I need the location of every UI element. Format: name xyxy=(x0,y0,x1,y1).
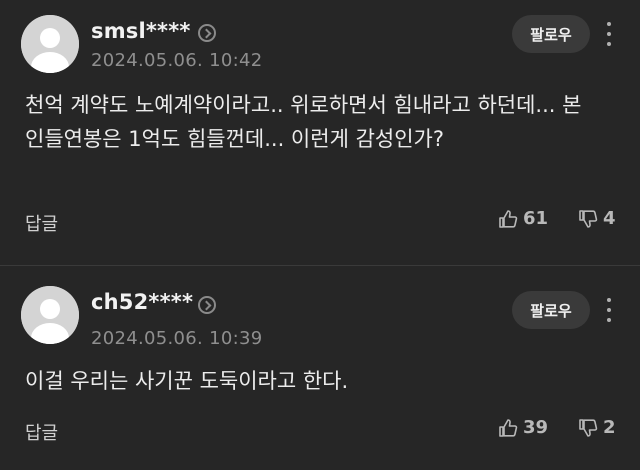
username[interactable]: smsl**** xyxy=(91,19,191,43)
more-vertical-icon[interactable] xyxy=(606,298,612,322)
comment-text: 천억 계약도 노예계약이라고.. 위로하면서 힘내라고 하던데... 본인들연봉… xyxy=(25,93,582,151)
thumbs-up-icon xyxy=(499,418,518,437)
follow-button[interactable]: 팔로우 xyxy=(512,15,590,53)
comment-item: ch52**** 2024.05.06. 10:39 팔로우 이걸 우리는 사기… xyxy=(0,266,640,470)
avatar-placeholder-icon xyxy=(21,286,79,344)
comment-date: 2024.05.06. 10:42 xyxy=(91,50,263,71)
dislike-button[interactable]: 4 xyxy=(578,208,616,229)
thumbs-down-icon xyxy=(579,418,598,437)
reply-button[interactable]: 답글 xyxy=(25,419,58,445)
follow-button[interactable]: 팔로우 xyxy=(512,291,590,329)
avatar[interactable] xyxy=(21,286,79,344)
like-button[interactable]: 39 xyxy=(498,417,548,438)
avatar-placeholder-icon xyxy=(21,15,79,73)
dislike-count: 2 xyxy=(603,417,616,438)
dislike-button[interactable]: 2 xyxy=(578,417,616,438)
avatar[interactable] xyxy=(21,15,79,73)
dislike-count: 4 xyxy=(603,208,616,229)
comment-date: 2024.05.06. 10:39 xyxy=(91,328,263,349)
like-count: 61 xyxy=(523,208,549,229)
chevron-right-circle-icon[interactable] xyxy=(198,24,216,42)
username[interactable]: ch52**** xyxy=(91,290,193,314)
reply-button[interactable]: 답글 xyxy=(25,210,58,236)
more-vertical-icon[interactable] xyxy=(606,22,612,46)
comment-text: 이걸 우리는 사기꾼 도둑이라고 한다. xyxy=(25,369,349,393)
comment-item: smsl**** 2024.05.06. 10:42 팔로우 천억 계약도 노예… xyxy=(0,0,640,265)
like-button[interactable]: 61 xyxy=(498,208,548,229)
thumbs-up-icon xyxy=(499,209,518,228)
like-count: 39 xyxy=(523,417,549,438)
chevron-right-circle-icon[interactable] xyxy=(198,296,216,314)
thumbs-down-icon xyxy=(579,209,598,228)
